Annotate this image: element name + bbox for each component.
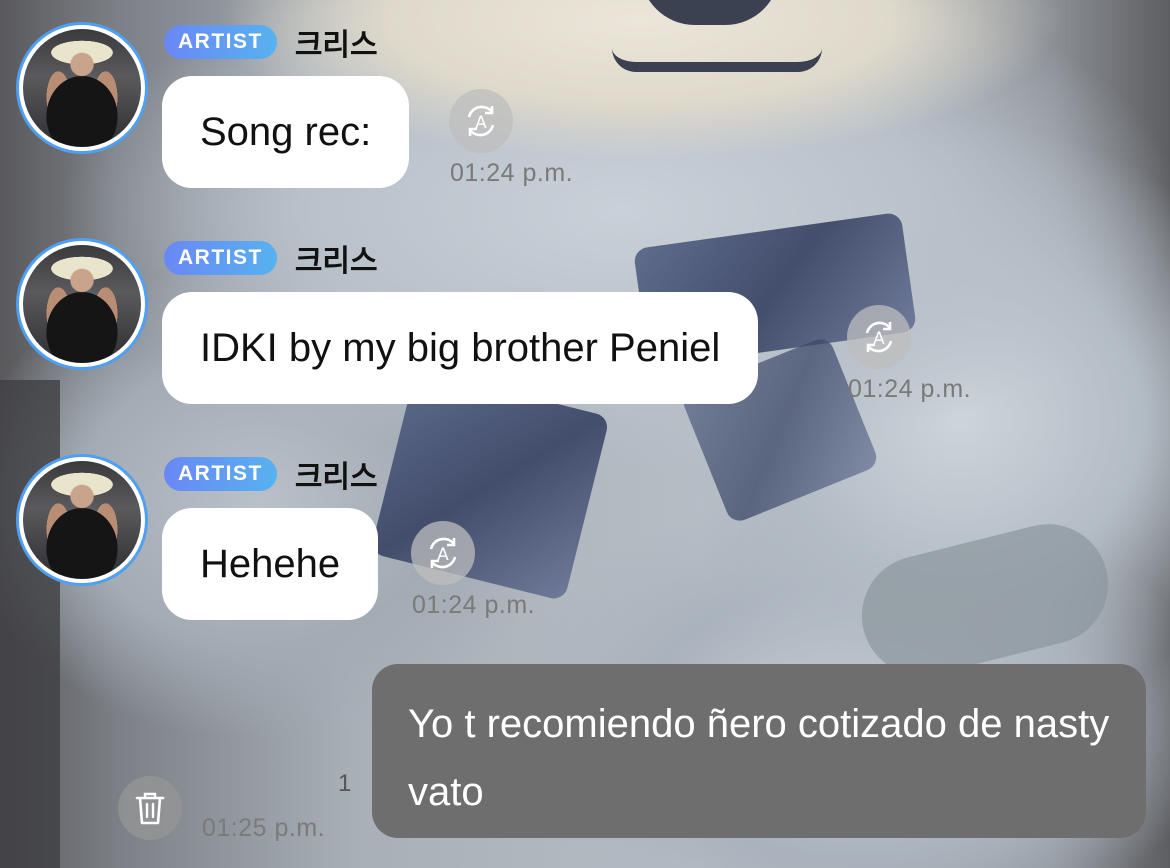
- svg-text:A: A: [475, 113, 487, 133]
- message-bubble[interactable]: Song rec:: [162, 76, 410, 188]
- chat-screen: ARTIST 크리스 Song rec: A 01:24 p.m. ARTIST…: [0, 0, 1170, 868]
- message-time: 01:24 p.m.: [848, 375, 972, 403]
- my-message-time: 01:25 p.m.: [202, 814, 326, 842]
- translate-icon: A: [429, 537, 457, 569]
- sender-name: 크리스: [294, 460, 378, 495]
- artist-badge: ARTIST: [164, 457, 277, 491]
- avatar-image: [23, 29, 141, 147]
- avatar-image: [23, 245, 141, 363]
- message-header: ARTIST 크리스: [164, 24, 378, 63]
- avatar-image: [23, 461, 141, 579]
- translate-button[interactable]: A: [847, 305, 911, 369]
- delete-button[interactable]: [118, 776, 182, 840]
- sender-name: 크리스: [294, 28, 378, 63]
- message-header: ARTIST 크리스: [164, 240, 378, 279]
- message-time: 01:24 p.m.: [412, 591, 536, 619]
- sender-avatar[interactable]: [16, 454, 148, 586]
- translate-button[interactable]: A: [411, 521, 475, 585]
- artist-badge: ARTIST: [164, 241, 277, 275]
- svg-text:A: A: [873, 329, 885, 349]
- translate-button[interactable]: A: [449, 89, 513, 153]
- message-time: 01:24 p.m.: [450, 159, 574, 187]
- my-message-bubble[interactable]: Yo t recomiendo ñero cotizado de nasty v…: [372, 664, 1146, 838]
- translate-icon: A: [467, 105, 495, 137]
- svg-text:A: A: [437, 545, 449, 565]
- sender-name: 크리스: [294, 244, 378, 279]
- artist-badge: ARTIST: [164, 25, 277, 59]
- trash-icon: [135, 792, 165, 825]
- message-bubble[interactable]: Hehehe: [162, 508, 379, 620]
- message-header: ARTIST 크리스: [164, 456, 378, 495]
- sender-avatar[interactable]: [16, 22, 148, 154]
- sender-avatar[interactable]: [16, 238, 148, 370]
- translate-icon: A: [865, 321, 893, 353]
- unread-count: 1: [338, 770, 352, 797]
- message-bubble[interactable]: IDKI by my big brother Peniel: [162, 292, 759, 404]
